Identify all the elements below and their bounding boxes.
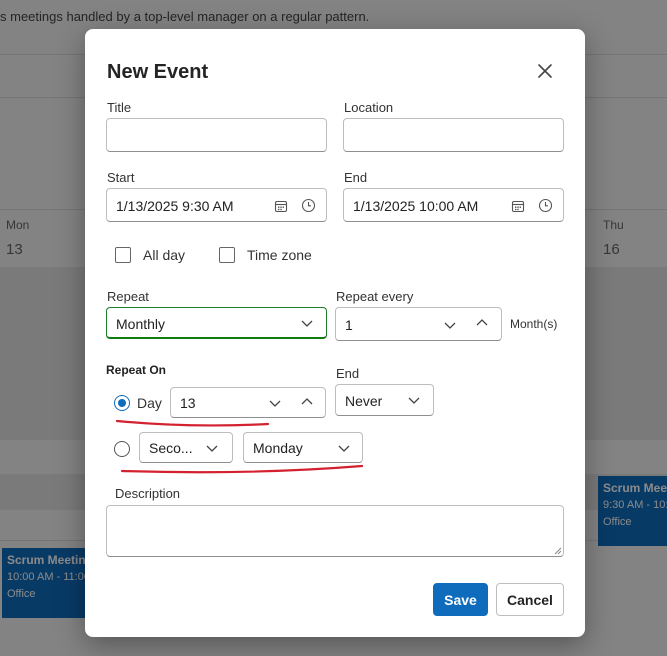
repeat-on-day-radio[interactable]: [114, 395, 130, 411]
chevron-up-icon[interactable]: [301, 397, 313, 407]
all-day-checkbox[interactable]: [115, 247, 131, 263]
title-field[interactable]: [106, 118, 327, 152]
chevron-up-icon[interactable]: [476, 318, 488, 328]
start-datetime-picker[interactable]: 1/13/2025 9:30 AM: [106, 188, 327, 222]
close-button[interactable]: [535, 61, 555, 81]
repeat-day-value: 13: [180, 395, 196, 411]
time-zone-label[interactable]: Time zone: [247, 247, 312, 263]
week-ordinal-value: Seco...: [149, 440, 193, 456]
repeat-on-label: Repeat On: [106, 363, 167, 377]
dialog-title: New Event: [107, 61, 209, 83]
repeat-every-unit: Month(s): [510, 317, 558, 331]
chevron-down-icon[interactable]: [444, 320, 456, 330]
start-label: Start: [107, 170, 135, 185]
end-label: End: [344, 170, 368, 185]
clock-icon[interactable]: [301, 198, 316, 213]
repeat-on-week-radio[interactable]: [114, 441, 130, 457]
repeat-on-day-label[interactable]: Day: [137, 395, 162, 411]
cancel-button[interactable]: Cancel: [496, 583, 564, 616]
repeat-label: Repeat: [107, 289, 149, 304]
location-label: Location: [344, 100, 394, 115]
description-label: Description: [115, 486, 181, 501]
resize-handle-icon[interactable]: [554, 547, 562, 555]
chevron-down-icon: [301, 320, 313, 327]
chevron-down-icon[interactable]: [269, 398, 281, 408]
repeat-end-label: End: [336, 366, 360, 381]
chevron-down-icon: [338, 445, 350, 452]
close-icon: [538, 64, 552, 78]
clock-icon[interactable]: [538, 198, 553, 213]
location-input[interactable]: [344, 119, 563, 151]
location-field[interactable]: [343, 118, 564, 152]
repeat-day-stepper[interactable]: 13: [170, 387, 326, 418]
chevron-down-icon: [408, 397, 420, 404]
all-day-label[interactable]: All day: [143, 247, 185, 263]
repeat-end-dropdown[interactable]: Never: [335, 384, 434, 416]
repeat-value: Monthly: [116, 316, 166, 332]
repeat-every-value: 1: [345, 317, 353, 333]
description-textarea[interactable]: [106, 505, 564, 557]
weekday-dropdown[interactable]: Monday: [243, 432, 363, 463]
title-input[interactable]: [107, 119, 326, 151]
calendar-icon[interactable]: [511, 199, 525, 213]
end-datetime-picker[interactable]: 1/13/2025 10:00 AM: [343, 188, 564, 222]
end-datetime-value: 1/13/2025 10:00 AM: [353, 198, 479, 214]
new-event-dialog: New Event Title Location Start 1/13/2025…: [85, 29, 585, 637]
start-datetime-value: 1/13/2025 9:30 AM: [116, 198, 234, 214]
title-label: Title: [107, 100, 132, 115]
repeat-dropdown[interactable]: Monthly: [106, 307, 327, 339]
save-button[interactable]: Save: [433, 583, 488, 616]
weekday-value: Monday: [253, 440, 303, 456]
week-ordinal-dropdown[interactable]: Seco...: [139, 432, 233, 463]
repeat-every-label: Repeat every: [336, 289, 414, 304]
repeat-end-value: Never: [345, 393, 383, 409]
repeat-every-stepper[interactable]: 1: [335, 307, 502, 341]
chevron-down-icon: [206, 445, 218, 452]
calendar-icon[interactable]: [274, 199, 288, 213]
time-zone-checkbox[interactable]: [219, 247, 235, 263]
